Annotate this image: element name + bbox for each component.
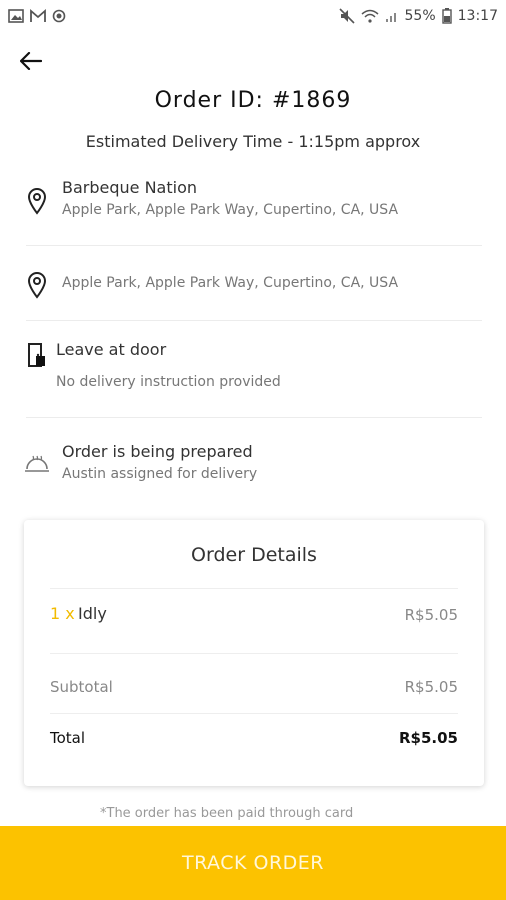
location-pin-icon [24,186,50,216]
delivery-instruction-row: Leave at door No delivery instruction pr… [24,338,482,396]
divider [26,245,482,246]
order-status-subtitle: Austin assigned for delivery [62,466,258,482]
estimated-delivery-time: Estimated Delivery Time - 1:15pm approx [85,132,421,151]
item-quantity: 1 x [50,604,75,623]
wifi-icon [361,9,379,23]
restaurant-address: Apple Park, Apple Park Way, Cupertino, C… [62,202,399,218]
delivery-address: Apple Park, Apple Park Way, Cupertino, C… [62,275,399,291]
divider [26,320,482,321]
instruction-title: Leave at door [56,340,167,359]
door-icon [24,340,50,370]
instruction-subtitle: No delivery instruction provided [56,374,281,390]
payment-note: *The order has been paid through card [100,806,354,821]
order-details-card: Order Details 1 x Idly R$5.05 Subtotal R… [24,520,484,786]
subtotal-label: Subtotal [50,678,113,696]
back-button[interactable] [14,46,48,76]
battery-icon [441,8,452,24]
item-price: R$5.05 [404,606,458,624]
gallery-icon [8,9,24,23]
divider [50,588,458,589]
location-pin-icon [24,270,50,300]
notification-icons [8,9,66,23]
order-status-row: Order is being prepared Austin assigned … [24,440,482,490]
track-order-button[interactable]: TRACK ORDER [0,826,506,900]
signal-icon [385,13,396,22]
restaurant-row: Barbeque Nation Apple Park, Apple Park W… [24,176,482,226]
settings-dot-icon [52,9,66,23]
order-title: Order ID: #1869 [154,88,352,113]
divider [26,417,482,418]
mute-icon [338,8,355,24]
total-value: R$5.05 [399,729,458,747]
item-name: Idly [78,604,107,623]
food-cloche-icon [24,450,50,480]
delivery-address-row: Apple Park, Apple Park Way, Cupertino, C… [24,266,482,306]
total-label: Total [50,729,86,747]
system-icons: 55% 13:17 [338,8,498,24]
battery-percent: 55% [404,8,436,24]
divider [50,653,458,654]
divider [50,713,458,714]
order-status-title: Order is being prepared [62,442,253,461]
clock-time: 13:17 [457,8,498,24]
status-bar: 55% 13:17 [0,0,506,32]
subtotal-value: R$5.05 [404,678,458,696]
mail-icon [30,9,46,22]
back-arrow-icon [20,52,42,70]
order-details-title: Order Details [191,544,317,566]
restaurant-name: Barbeque Nation [62,178,198,197]
